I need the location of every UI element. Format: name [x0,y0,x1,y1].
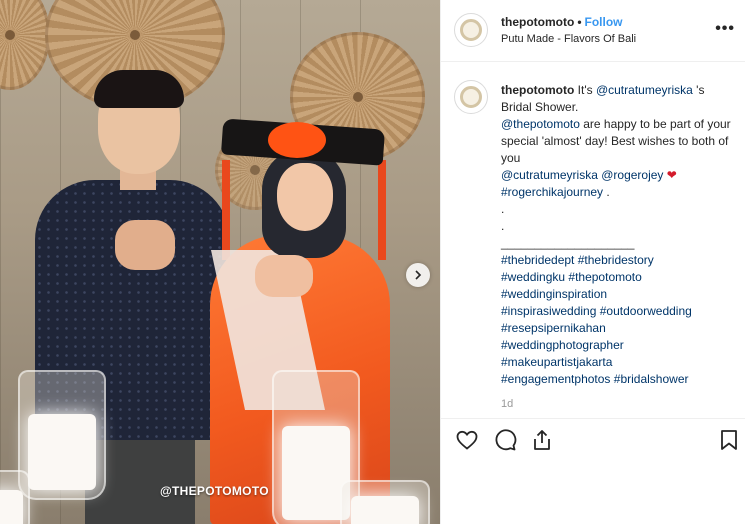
post-photo[interactable]: @THEPOTOMOTO [0,0,440,524]
hashtag-link[interactable]: #outdoorwedding [600,304,692,318]
headdress-tassel [378,160,386,260]
caption-dot: . [501,202,505,216]
candle-holder [18,370,106,500]
hashtag-link[interactable]: #weddingphotographer [501,338,624,352]
separator-dot: • [577,15,582,29]
hashtag-link[interactable]: #weddingku [501,270,565,284]
hashtag-link[interactable]: #inspirasiwedding [501,304,596,318]
avatar[interactable] [454,80,488,114]
candle-holder [0,470,30,524]
username-link[interactable]: thepotomoto [501,15,574,29]
photo-watermark: @THEPOTOMOTO [160,484,269,498]
follow-button[interactable]: Follow [585,15,623,29]
caption-username[interactable]: thepotomoto [501,83,574,97]
save-button[interactable] [717,428,741,452]
hashtag-link[interactable]: #rogerchikajourney [501,185,603,199]
next-photo-button[interactable] [406,263,430,287]
woman-hands [255,255,313,297]
instagram-post: @THEPOTOMOTO thepotomoto • Follow Putu Mad… [0,0,745,524]
comment-button[interactable] [493,428,517,452]
caption: thepotomoto It's @cutratumeyriska 's Bri… [454,80,739,420]
caption-text: thepotomoto It's @cutratumeyriska 's Bri… [501,82,733,388]
like-button[interactable] [455,428,479,452]
heart-emoji-icon: ❤ [666,168,677,182]
post-header: thepotomoto • Follow Putu Made - Flavors O… [441,0,745,62]
mention-link[interactable]: @cutratumeyriska [596,83,693,97]
caption-text-segment: . [606,185,610,199]
hashtag-link[interactable]: #makeupartistjakarta [501,355,612,369]
mention-link[interactable]: @thepotomoto [501,117,580,131]
heart-outline-icon [456,430,478,450]
location-link[interactable]: Putu Made - Flavors Of Bali [501,33,636,45]
hashtag-link[interactable]: #weddinginspiration [501,287,607,301]
share-icon [534,430,550,450]
more-options-icon[interactable]: ••• [715,20,735,38]
bookmark-icon [721,430,737,450]
chevron-right-icon [415,270,422,280]
caption-divider: ____________________ [501,236,635,250]
hashtag-link[interactable]: #thebridestory [578,253,654,267]
headdress-flower [268,122,326,158]
mention-link[interactable]: @rogerojey [601,168,663,182]
share-button[interactable] [530,428,554,452]
action-bar [441,418,745,458]
headdress-tassel [222,160,230,260]
hashtag-link[interactable]: #bridalshower [614,372,689,386]
hashtag-link[interactable]: #thebridedept [501,253,574,267]
post-side-panel: thepotomoto • Follow Putu Made - Flavors O… [440,0,745,524]
avatar[interactable] [454,13,488,47]
hashtag-link[interactable]: #engagementphotos [501,372,610,386]
woman-face [277,163,333,231]
mention-link[interactable]: @cutratumeyriska [501,168,598,182]
caption-text-segment: It's [577,83,596,97]
hashtag-link[interactable]: #resepsipernikahan [501,321,606,335]
man-hands [115,220,175,270]
post-time[interactable]: 1d [501,398,513,410]
candle-holder [340,480,430,524]
caption-dot: . [501,219,505,233]
speech-bubble-icon [495,429,517,451]
hashtag-link[interactable]: #thepotomoto [568,270,641,284]
man-hair [94,70,184,108]
